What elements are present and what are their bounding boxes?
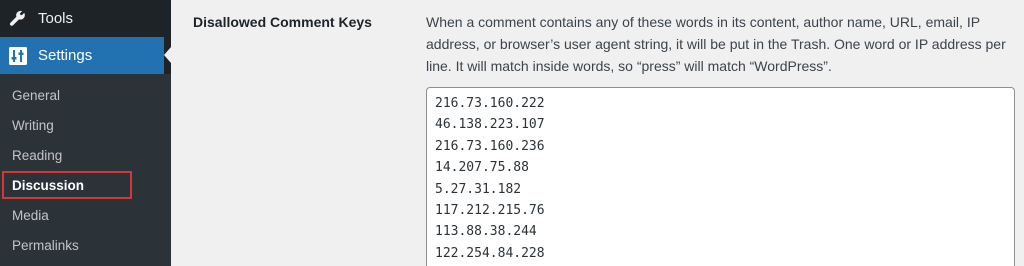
disallowed-keys-description: When a comment contains any of these wor… bbox=[426, 14, 1006, 74]
submenu-item-media[interactable]: Media bbox=[0, 201, 171, 231]
sidebar-item-tools-label: Tools bbox=[38, 10, 74, 27]
admin-sidebar: Tools Settings General Writing Reading D… bbox=[0, 0, 171, 266]
sidebar-item-tools[interactable]: Tools bbox=[0, 0, 171, 37]
wp-admin-discussion-settings: Tools Settings General Writing Reading D… bbox=[0, 0, 1024, 266]
settings-submenu: General Writing Reading Discussion Media… bbox=[0, 74, 171, 266]
settings-main: Disallowed Comment Keys When a comment c… bbox=[171, 0, 1024, 266]
discussion-highlight-box bbox=[2, 171, 132, 199]
disallowed-key-line: 113.88.38.244 bbox=[435, 224, 537, 240]
disallowed-key-line: 14.207.75.88 bbox=[435, 160, 529, 176]
sidebar-item-settings[interactable]: Settings bbox=[0, 37, 164, 74]
settings-sliders-icon bbox=[9, 46, 27, 65]
disallowed-key-line: 5.27.31.182 bbox=[435, 181, 522, 197]
disallowed-key-line: 216.73.160.222 bbox=[435, 96, 545, 111]
sidebar-item-settings-label: Settings bbox=[38, 47, 93, 64]
submenu-item-writing[interactable]: Writing bbox=[0, 111, 171, 141]
wrench-icon bbox=[9, 10, 27, 28]
disallowed-key-line: 216.73.160.236 bbox=[435, 138, 545, 154]
disallowed-key-line: 117.212.215.76 bbox=[435, 203, 545, 219]
disallowed-keys-textarea[interactable]: 216.73.160.222 46.138.223.107 216.73.160… bbox=[426, 87, 1015, 266]
submenu-item-permalinks[interactable]: Permalinks bbox=[0, 231, 171, 261]
submenu-item-general[interactable]: General bbox=[0, 81, 171, 111]
current-menu-arrow bbox=[164, 47, 171, 63]
disallowed-key-line: 46.138.223.107 bbox=[435, 117, 545, 133]
submenu-item-reading[interactable]: Reading bbox=[0, 141, 171, 171]
disallowed-key-line: 122.254.84.228 bbox=[435, 245, 545, 261]
disallowed-keys-label: Disallowed Comment Keys bbox=[193, 14, 372, 30]
